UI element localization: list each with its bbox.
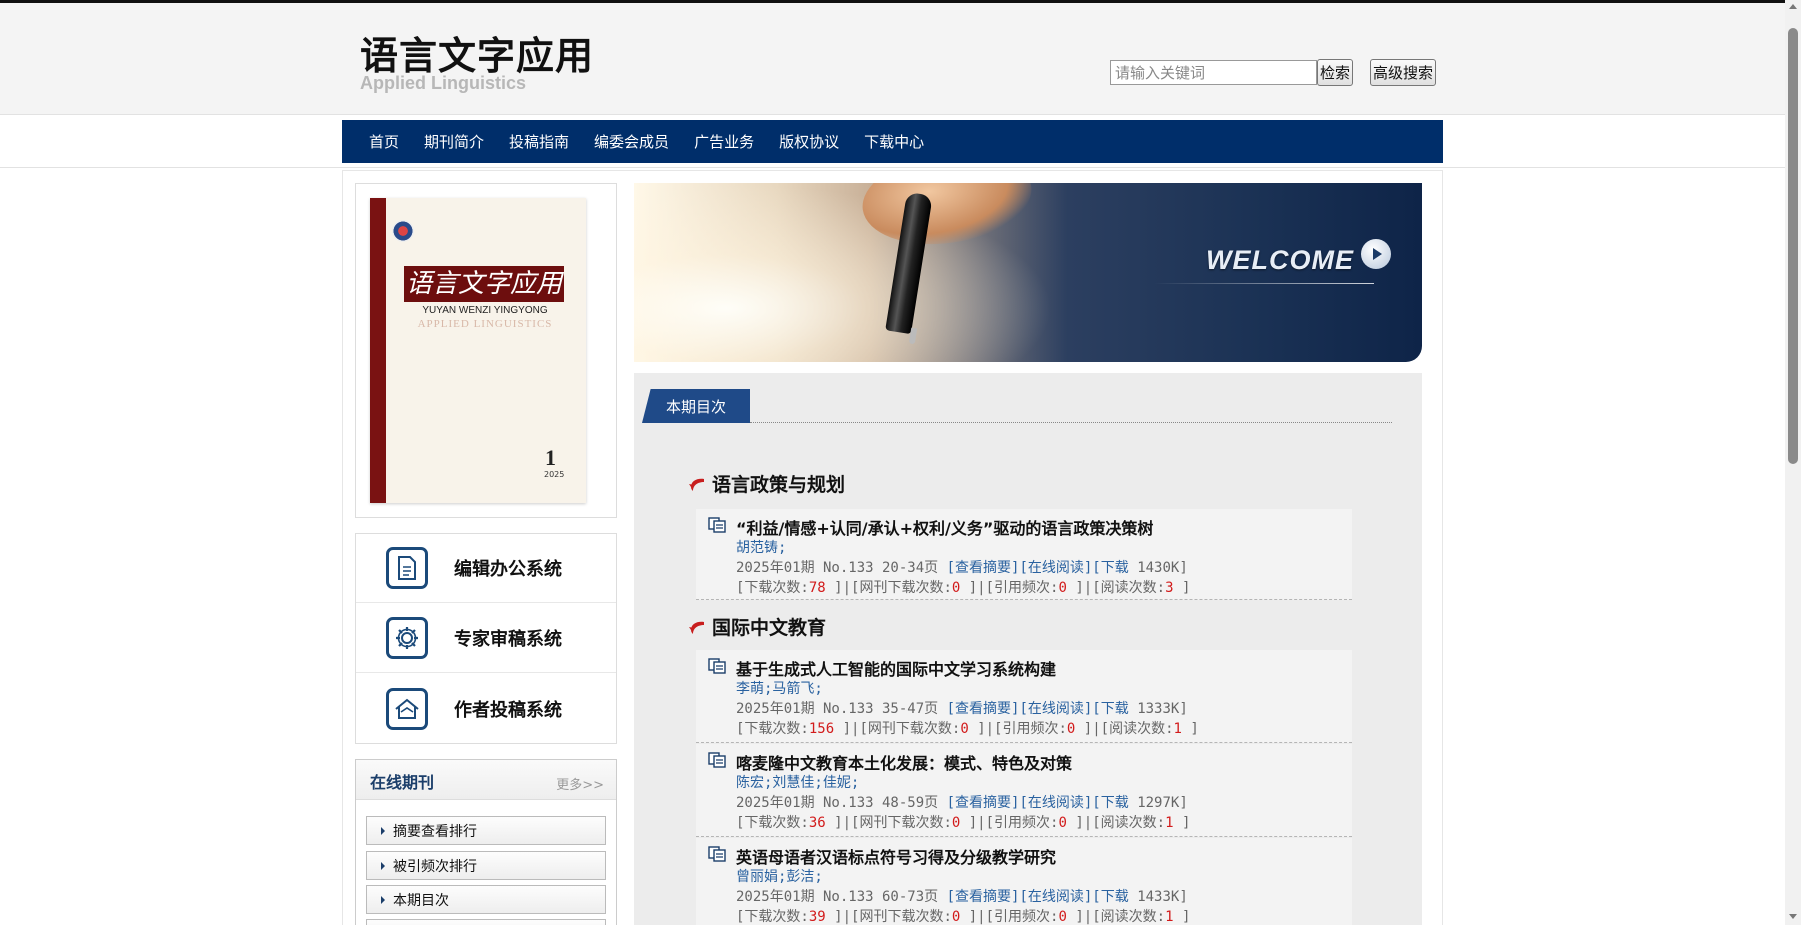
article-title[interactable]: “利益/情感+认同/承认+权利/义务”驱动的语言政策决策树 [736, 515, 1153, 539]
article-stats: [下载次数:36 ]|[网刊下载次数:0 ]|[引用频次:0 ]|[阅读次数:1… [736, 815, 1191, 831]
article-links[interactable]: [查看摘要][在线阅读][下载 [947, 795, 1129, 811]
banner-line [1154, 283, 1374, 284]
article-doc-icon [708, 846, 726, 862]
nav-copyright[interactable]: 版权协议 [779, 131, 839, 152]
article-stats: [下载次数:156 ]|[网刊下载次数:0 ]|[引用频次:0 ]|[阅读次数:… [736, 721, 1199, 737]
triangle-icon [381, 896, 385, 904]
gear-icon [386, 617, 428, 659]
systems-panel: 编辑办公系统 专家审稿系统 作者投稿系统 [355, 533, 617, 744]
cover-english: APPLIED LINGUISTICS [417, 318, 553, 330]
scroll-down-icon[interactable] [1789, 914, 1797, 919]
nav-downloads[interactable]: 下载中心 [864, 131, 924, 152]
nav-journal-intro[interactable]: 期刊简介 [424, 131, 484, 152]
article-stats: [下载次数:78 ]|[网刊下载次数:0 ]|[引用频次:0 ]|[阅读次数:3… [736, 580, 1191, 596]
document-icon [386, 547, 428, 589]
article-links[interactable]: [查看摘要][在线阅读][下载 [947, 889, 1129, 905]
site-subtitle: Applied Linguistics [360, 73, 527, 93]
site-title: 语言文字应用 [360, 34, 595, 78]
scroll-up-icon[interactable] [1789, 4, 1797, 9]
ol-item-partial[interactable] [366, 919, 606, 925]
section-title: 语言政策与规划 [712, 474, 846, 496]
cover-panel: 语言文字应用 YUYAN WENZI YINGYONG APPLIED LING… [355, 183, 617, 518]
triangle-icon [381, 827, 385, 835]
nav-advertising[interactable]: 广告业务 [694, 131, 754, 152]
sys-label: 编辑办公系统 [454, 559, 562, 580]
article-meta: 2025年01期 No.133 20-34页 [查看摘要][在线阅读][下载 1… [736, 560, 1188, 576]
article-item: 英语母语者汉语标点符号习得及分级教学研究 曾丽娟;彭洁; 2025年01期 No… [696, 838, 1352, 925]
sys-label: 作者投稿系统 [454, 699, 562, 721]
article-authors[interactable]: 陈宏;刘慧佳;佳妮; [736, 772, 859, 792]
article-authors[interactable]: 胡范铸; [736, 537, 786, 557]
abstract-ranking-link[interactable]: 摘要查看排行 [366, 816, 606, 845]
site-header: 语言文字应用 Applied Linguistics 检索 高级搜索 [0, 3, 1785, 115]
article-doc-icon [708, 658, 726, 674]
article-item: 喀麦隆中文教育本土化发展：模式、特色及对策 陈宏;刘慧佳;佳妮; 2025年01… [696, 744, 1352, 837]
article-doc-icon [708, 752, 726, 768]
section-heading: 语言政策与规划 [688, 470, 845, 497]
nav-submission-guide[interactable]: 投稿指南 [509, 131, 569, 152]
article-meta: 2025年01期 No.133 48-59页 [查看摘要][在线阅读][下载 1… [736, 795, 1188, 811]
section-title: 国际中文教育 [712, 617, 827, 639]
article-authors[interactable]: 李萌;马箭飞; [736, 678, 823, 698]
vertical-scrollbar[interactable] [1785, 0, 1801, 925]
article-title[interactable]: 基于生成式人工智能的国际中文学习系统构建 [736, 656, 1056, 680]
expert-review-system[interactable]: 专家审稿系统 [356, 604, 616, 673]
advanced-search-button[interactable]: 高级搜索 [1370, 59, 1437, 86]
article-links[interactable]: [查看摘要][在线阅读][下载 [947, 560, 1129, 576]
current-toc-link[interactable]: 本期目次 [366, 885, 606, 914]
cover-pinyin: YUYAN WENZI YINGYONG [422, 305, 548, 316]
house-icon [386, 687, 428, 730]
article-title[interactable]: 喀麦隆中文教育本土化发展：模式、特色及对策 [736, 750, 1072, 774]
welcome-banner: WELCOME [634, 183, 1422, 362]
section-arrow-icon [689, 621, 704, 634]
editor-office-system[interactable]: 编辑办公系统 [356, 534, 616, 603]
emblem-icon [392, 220, 414, 242]
search-button[interactable]: 检索 [1317, 59, 1354, 86]
article-authors[interactable]: 曾丽娟;彭洁; [736, 866, 823, 886]
article-stats: [下载次数:39 ]|[网刊下载次数:0 ]|[引用频次:0 ]|[阅读次数:1… [736, 909, 1191, 925]
main-nav: 首页 期刊简介 投稿指南 编委会成员 广告业务 版权协议 下载中心 [342, 120, 1443, 163]
scroll-thumb[interactable] [1788, 28, 1798, 464]
section-arrow-icon [689, 478, 704, 491]
cover-year: 2025 [544, 470, 565, 479]
article-doc-icon [708, 517, 726, 533]
toc-content: 本期目次 语言政策与规划 “利益/情感+认同/承认+权利/义务”驱动的语言政策决… [634, 373, 1422, 925]
online-journal-header: 在线期刊 更多>> [356, 760, 616, 800]
nav-home[interactable]: 首页 [369, 131, 399, 152]
welcome-text: WELCOME [1206, 245, 1354, 275]
ol-item-label: 被引频次排行 [393, 858, 477, 875]
article-item: “利益/情感+认同/承认+权利/义务”驱动的语言政策决策树 胡范铸; 2025年… [696, 509, 1352, 600]
triangle-icon [381, 862, 385, 870]
tab-divider [750, 422, 1392, 423]
article-meta: 2025年01期 No.133 60-73页 [查看摘要][在线阅读][下载 1… [736, 889, 1188, 905]
article-links[interactable]: [查看摘要][在线阅读][下载 [947, 701, 1129, 717]
tab-current-toc[interactable]: 本期目次 [642, 389, 750, 423]
ol-item-label: 本期目次 [393, 892, 449, 909]
author-submission-system[interactable]: 作者投稿系统 [356, 674, 616, 743]
journal-cover[interactable]: 语言文字应用 YUYAN WENZI YINGYONG APPLIED LING… [370, 198, 586, 503]
ol-item-label: 摘要查看排行 [393, 823, 477, 840]
nav-editorial-board[interactable]: 编委会成员 [594, 131, 669, 152]
article-title[interactable]: 英语母语者汉语标点符号习得及分级教学研究 [736, 844, 1056, 868]
online-journal-panel: 在线期刊 更多>> 摘要查看排行 被引频次排行 本期目次 [355, 759, 617, 925]
citation-ranking-link[interactable]: 被引频次排行 [366, 851, 606, 880]
play-icon[interactable] [1361, 239, 1391, 269]
article-meta: 2025年01期 No.133 35-47页 [查看摘要][在线阅读][下载 1… [736, 701, 1188, 717]
sys-label: 专家审稿系统 [454, 629, 562, 650]
search-input[interactable] [1110, 60, 1317, 85]
cover-spine [370, 198, 386, 503]
online-journal-title: 在线期刊 [370, 773, 435, 792]
section-heading: 国际中文教育 [688, 613, 826, 640]
cover-title: 语言文字应用 [404, 266, 564, 302]
article-item: 基于生成式人工智能的国际中文学习系统构建 李萌;马箭飞; 2025年01期 No… [696, 650, 1352, 743]
more-link[interactable]: 更多>> [556, 774, 604, 793]
cover-issue: 1 [545, 445, 556, 470]
